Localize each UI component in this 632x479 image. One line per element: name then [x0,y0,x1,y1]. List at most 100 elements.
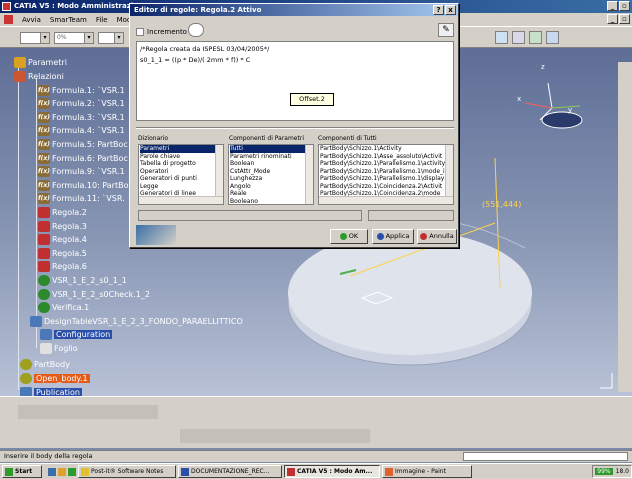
catia-logo-graphic [136,225,176,245]
list-item[interactable]: Boolean [230,160,313,168]
menu-file[interactable]: File [96,16,108,24]
taskbar-paint[interactable]: Immagine - Paint [382,465,472,478]
outlook-quicklaunch-icon[interactable] [58,467,66,476]
dialog-help-button[interactable]: ? [433,5,444,15]
tree-item-fx[interactable]: f(x) Formula.2: `VSR.1 [38,98,125,110]
dictionary-list[interactable]: Parametri Parole chiave Tabella di progett… [138,144,224,205]
tree-item-rule[interactable]: Regola.4 [38,234,87,246]
rule-icon [38,261,50,273]
list-item[interactable]: PartBody\Schizzo.1\Parallelismo.1\mode_i [320,168,453,176]
render-icon[interactable] [512,31,525,44]
bottom-toolbars [0,396,632,448]
knowledge-toolbar[interactable] [18,405,158,419]
tree-parametri[interactable]: Parametri [14,56,67,68]
list-item[interactable]: Tutti [230,145,313,153]
tree-item-design[interactable]: DesignTableVSR_1_E_2_3_FONDO_PARAELLITTI… [30,315,243,327]
tree-item-label: VSR_1_E_2_s0Check.1_2 [52,289,150,299]
ie-quicklaunch-icon[interactable] [48,467,56,476]
tree-item-check[interactable]: Verifica.1 [38,302,89,314]
formula-icon: f(x) [38,193,50,205]
taskbar-postit[interactable]: Post-it® Software Notes [78,465,176,478]
list-item[interactable]: Angolo [230,183,313,191]
menu-smarteam[interactable]: SmarTeam [50,16,87,24]
tree-item-fx[interactable]: f(x) Formula.6: PartBoc [38,152,128,164]
taskbar-catia[interactable]: CATIA V5 : Modo Am... [284,465,380,478]
tree-item-rule[interactable]: Regola.6 [38,261,87,273]
linetype-combo[interactable]: ▾ [98,32,124,44]
windows-logo-icon [5,467,13,476]
list-item[interactable]: PartBody\Schizzo.1\Parallelismo.1\displa… [320,175,453,183]
dialog-close-button[interactable]: x [445,5,456,15]
tree-item-fx[interactable]: f(x) Formula.1: `VSR.1 [38,84,125,96]
watch-icon[interactable] [188,23,204,37]
tree-open-body[interactable]: Open_body.1 [20,372,90,384]
doc-minimize-button[interactable]: _ [607,14,618,24]
tree-item-fx[interactable]: f(x) Formula.10: PartBo [38,179,128,191]
menu-avvia[interactable]: Avvia [22,16,41,24]
list-item[interactable]: Lunghezza [230,175,313,183]
tree-item-fx[interactable]: f(x) Formula.3: `VSR.1 [38,111,125,123]
transparency-combo[interactable]: 0% ▾ [54,32,94,44]
right-toolbar [618,62,632,392]
standard-toolbar[interactable] [180,429,370,443]
list-item[interactable]: Parole chiave [140,153,223,161]
tree-item-fx[interactable]: f(x) Formula.9: `VSR.1 [38,166,125,178]
tree-item-rule[interactable]: Regola.3 [38,220,87,232]
dialog-title: Editor di regole: Regola.2 Attivo [134,6,262,14]
rule-icon [38,220,50,232]
browser-quicklaunch-icon[interactable] [68,467,76,476]
list-item[interactable]: Parametri [140,145,223,153]
formula-icon: f(x) [38,125,50,137]
material-icon[interactable] [529,31,542,44]
rule-body-editor[interactable]: /*Regola creata da ISPESL 03/04/2005*/ s… [136,41,454,121]
tree-item-rule[interactable]: Regola.5 [38,247,87,259]
restore-button[interactable]: ▫ [619,1,630,11]
windows-taskbar: Start Post-it® Software Notes DOCUMENTAZ… [0,463,632,479]
ok-button[interactable]: OK [330,229,368,244]
tree-item-rule[interactable]: Regola.2 [38,206,87,218]
components-scrollbar[interactable] [305,145,313,204]
formula-icon: f(x) [38,152,50,164]
list-item[interactable]: PartBody\Schizzo.1\Coincidenza.2\Activit [320,183,453,191]
layer-icon[interactable] [546,31,559,44]
list-item[interactable]: Parametri rinominati [230,153,313,161]
view-icon[interactable] [495,31,508,44]
cancel-button[interactable]: Annulla [417,229,457,244]
incremental-checkbox[interactable] [136,28,144,36]
tree-item-check[interactable]: VSR_1_E_2_s0Check.1_2 [38,288,150,300]
list-item[interactable]: Reale [230,190,313,198]
command-input[interactable] [463,452,628,461]
value-field [368,210,454,221]
all-components-list[interactable]: PartBody\Schizzo.1\Activity PartBody\Schi… [318,144,454,205]
rule-icon [38,234,50,246]
formula-icon: f(x) [38,84,50,96]
start-button[interactable]: Start [2,465,42,478]
tree-configuration[interactable]: Configuration [40,328,113,340]
color-combo[interactable]: ▾ [20,32,50,44]
list-item[interactable]: PartBody\Schizzo.1\Parallelismo.1\activi… [320,160,453,168]
rule-comment-line: /*Regola creata da ISPESL 03/04/2005*/ [140,45,270,53]
list-item[interactable]: Legge [140,183,223,191]
list-item[interactable]: Operatori [140,168,223,176]
parameter-components-list[interactable]: Tutti Parametri rinominati Boolean CstAttr_… [228,144,314,205]
tree-item-fx[interactable]: f(x) Formula.11: `VSR. [38,193,125,205]
tree-partbody[interactable]: PartBody [20,358,70,370]
tree-item-fx[interactable]: f(x) Formula.5: PartBoc [38,138,128,150]
list-item[interactable]: PartBody\Schizzo.1\Asse_assoluto\Activit [320,153,453,161]
list-item[interactable]: Booleano [230,198,313,205]
list-item[interactable]: CstAttr_Mode [230,168,313,176]
taskbar-documentazione[interactable]: DOCUMENTAZIONE_REC... [178,465,282,478]
list-item[interactable]: Tabella di progetto [140,160,223,168]
all-components-hscrollbar[interactable] [319,196,453,204]
list-item[interactable]: PartBody\Schizzo.1\Activity [320,145,453,153]
minimize-button[interactable]: _ [607,1,618,11]
tree-item-fx[interactable]: f(x) Formula.4: `VSR.1 [38,125,125,137]
apply-button[interactable]: Applica [372,229,414,244]
tree-foglio[interactable]: Foglio [40,342,78,354]
tree-item-check[interactable]: VSR_1_E_2_s0_1_1 [38,274,127,286]
dictionary-hscrollbar[interactable] [139,196,223,204]
doc-restore-button[interactable]: ▫ [619,14,630,24]
tree-relazioni[interactable]: Relazioni [14,70,64,82]
pencil-icon[interactable]: ✎ [438,23,454,37]
list-item[interactable]: Generatori di punti [140,175,223,183]
